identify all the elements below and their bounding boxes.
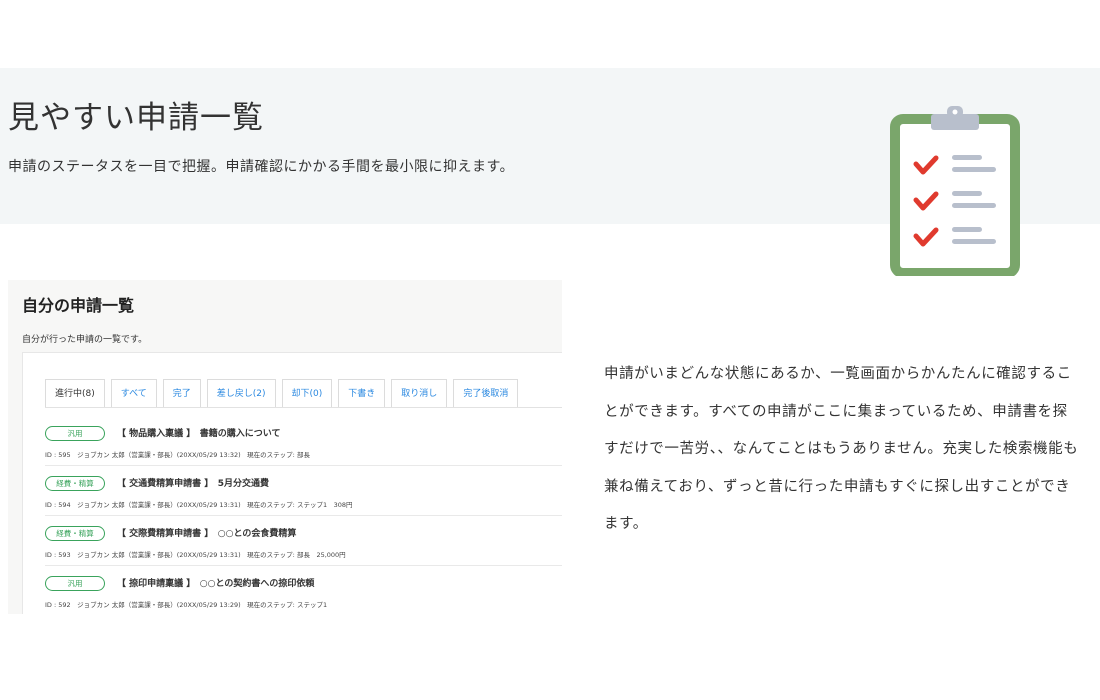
list-item[interactable]: 経費・精算 【 交通費精算申請書 】 5月分交通費 ID : 594 ジョブカン…: [45, 466, 562, 516]
list-subtitle: 自分が行った申請の一覧です。: [22, 335, 148, 345]
tab-completed[interactable]: 完了: [162, 379, 201, 407]
tab-in-progress[interactable]: 進行中(8): [45, 379, 105, 407]
list-panel: 進行中(8) すべて 完了 差し戻し(2) 却下(0) 下書き 取り消し 完了後…: [22, 352, 562, 614]
item-title[interactable]: 【 交際費精算申請書 】 ○○との会食費精算: [117, 526, 296, 539]
item-meta: ID : 594 ジョブカン 太郎（営業課・部長）(20XX/05/29 13:…: [45, 501, 353, 509]
item-title[interactable]: 【 捺印申請稟議 】 ○○との契約書への捺印依頼: [117, 576, 314, 589]
page-subtitle: 申請のステータスを一目で把握。申請確認にかかる手間を最小限に抑えます。: [8, 159, 515, 175]
tab-returned[interactable]: 差し戻し(2): [206, 379, 276, 407]
list-item[interactable]: 経費・精算 【 交際費精算申請書 】 ○○との会食費精算 ID : 593 ジョ…: [45, 516, 562, 566]
tab-all[interactable]: すべて: [110, 379, 157, 407]
tab-draft[interactable]: 下書き: [338, 379, 386, 407]
item-meta: ID : 595 ジョブカン 太郎（営業課・部長）(20XX/05/29 13:…: [45, 451, 310, 459]
category-badge: 経費・精算: [45, 476, 105, 491]
status-tabs: 進行中(8) すべて 完了 差し戻し(2) 却下(0) 下書き 取り消し 完了後…: [45, 379, 519, 407]
tab-rejected[interactable]: 却下(0): [281, 379, 333, 407]
tab-cancelled-after-completion[interactable]: 完了後取消: [453, 379, 519, 407]
tabs-divider: [45, 407, 562, 408]
clipboard-checklist-icon: [890, 106, 1020, 276]
feature-description: 申請がいまどんな状態にあるか、一覧画面からかんたんに確認することができます。すべ…: [604, 366, 1079, 532]
item-title[interactable]: 【 交通費精算申請書 】 5月分交通費: [117, 476, 269, 489]
list-item[interactable]: 汎用 【 物品購入稟議 】 書籍の購入について ID : 595 ジョブカン 太…: [45, 416, 562, 466]
item-title[interactable]: 【 物品購入稟議 】 書籍の購入について: [117, 426, 281, 439]
list-item[interactable]: 汎用 【 捺印申請稟議 】 ○○との契約書への捺印依頼 ID : 592 ジョブ…: [45, 566, 562, 614]
list-title: 自分の申請一覧: [22, 296, 135, 315]
tab-cancelled[interactable]: 取り消し: [391, 379, 448, 407]
category-badge: 汎用: [45, 426, 105, 441]
category-badge: 経費・精算: [45, 526, 105, 541]
category-badge: 汎用: [45, 576, 105, 591]
item-meta: ID : 593 ジョブカン 太郎（営業課・部長）(20XX/05/29 13:…: [45, 551, 346, 559]
application-list-screenshot: 自分の申請一覧 自分が行った申請の一覧です。 進行中(8) すべて 完了 差し戻…: [8, 280, 562, 614]
page-title: 見やすい申請一覧: [8, 100, 264, 136]
item-meta: ID : 592 ジョブカン 太郎（営業課・部長）(20XX/05/29 13:…: [45, 601, 328, 609]
